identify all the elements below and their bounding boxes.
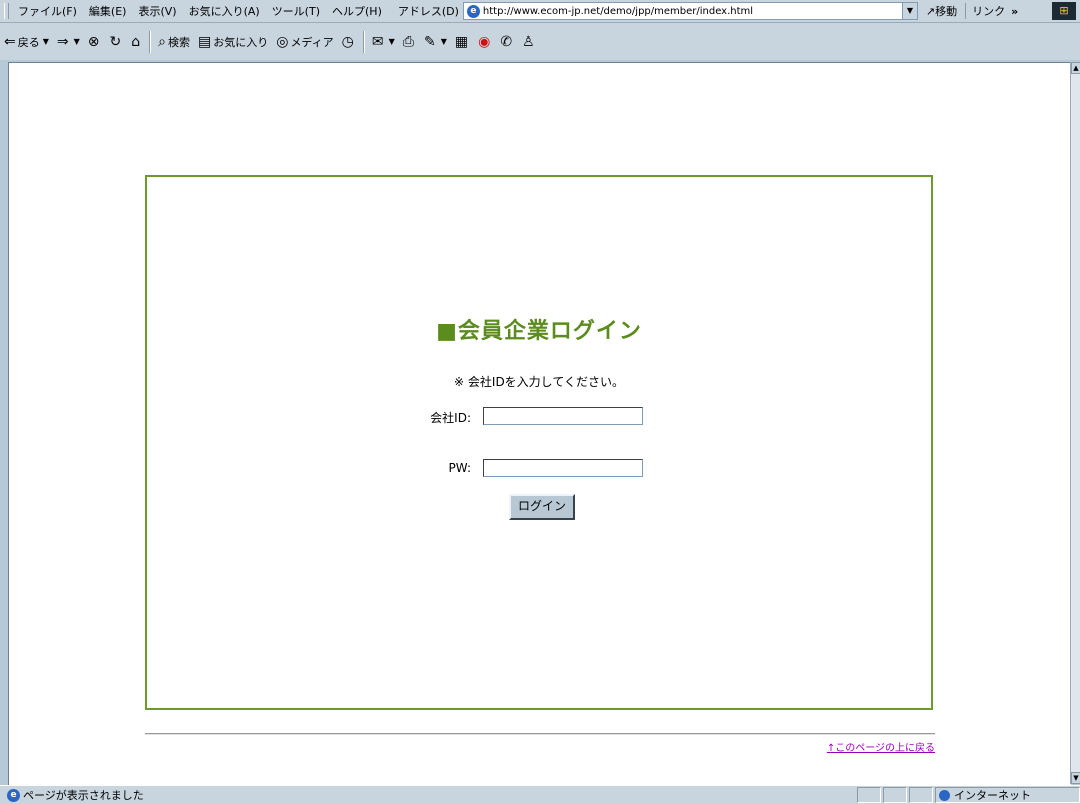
globe-icon <box>939 789 950 801</box>
stop-icon: ⊗ <box>87 33 100 50</box>
menu-view[interactable]: 表示(V) <box>132 3 182 19</box>
discuss-icon: ▦ <box>454 33 469 50</box>
status-message-area: e ページが表示されました <box>0 787 857 803</box>
page-icon: e <box>466 4 480 18</box>
user-icon: ♙ <box>522 33 535 50</box>
scroll-up-icon[interactable]: ▲ <box>1071 62 1080 74</box>
media-icon: ◎ <box>276 33 289 50</box>
links-overflow-icon[interactable]: » <box>1011 5 1018 18</box>
back-to-top-link[interactable]: ↑このページの上に戻る <box>809 739 935 754</box>
go-arrow-icon: ↗ <box>925 5 936 18</box>
toolbar-separator <box>149 30 152 53</box>
addon-button[interactable]: ◉ <box>474 34 496 50</box>
discuss-button[interactable]: ▦ <box>451 34 474 50</box>
back-arrow-icon: ⇐ <box>4 33 16 50</box>
edit-button[interactable]: ✎ ▼ <box>420 34 451 50</box>
media-label: メディア <box>290 35 334 49</box>
menu-bar: ファイル(F) 編集(E) 表示(V) お気に入り(A) ツール(T) ヘルプ(… <box>0 0 1080 23</box>
search-label: 検索 <box>167 35 190 49</box>
status-panel <box>909 787 933 803</box>
status-panel <box>883 787 907 803</box>
menu-help[interactable]: ヘルプ(H) <box>326 3 388 19</box>
login-instruction: ※ 会社IDを入力してください。 <box>454 375 624 389</box>
mail-dropdown-icon[interactable]: ▼ <box>389 37 395 46</box>
user-button[interactable]: ♙ <box>518 34 541 50</box>
search-button[interactable]: ⌕ 検索 <box>154 34 194 50</box>
print-button[interactable]: ⎙ <box>399 34 420 50</box>
forward-button[interactable]: ⇒ ▼ <box>53 34 84 50</box>
print-icon: ⎙ <box>402 33 414 50</box>
forward-arrow-icon: ⇒ <box>56 33 69 50</box>
home-button[interactable]: ⌂ <box>127 34 146 50</box>
history-button[interactable]: ◷ <box>338 34 360 50</box>
stop-button[interactable]: ⊗ <box>84 34 106 50</box>
scroll-down-icon[interactable]: ▼ <box>1071 772 1080 784</box>
status-message: ページが表示されました <box>23 789 144 802</box>
login-title: ■会員企業ログイン <box>436 319 642 344</box>
search-icon: ⌕ <box>158 33 166 50</box>
password-label: PW: <box>448 461 471 475</box>
status-panel <box>857 787 881 803</box>
history-icon: ◷ <box>341 33 354 50</box>
status-bar: e ページが表示されました インターネット <box>0 785 1080 804</box>
mail-button[interactable]: ✉ ▼ <box>368 34 399 50</box>
menubar-grip[interactable] <box>4 3 9 19</box>
media-button[interactable]: ◎ メディア <box>272 34 337 50</box>
links-button[interactable]: リンク <box>965 3 1005 19</box>
zone-label: インターネット <box>954 789 1031 802</box>
messenger-button[interactable]: ✆ <box>496 34 518 50</box>
menu-tools[interactable]: ツール(T) <box>266 3 326 19</box>
back-button[interactable]: ⇐ 戻る ▼ <box>0 34 53 50</box>
messenger-icon: ✆ <box>500 33 513 50</box>
vertical-scrollbar[interactable]: ▲ ▼ <box>1070 62 1080 784</box>
edit-dropdown-icon[interactable]: ▼ <box>441 37 447 46</box>
mail-icon: ✉ <box>371 33 384 50</box>
refresh-button[interactable]: ↻ <box>106 34 128 50</box>
windows-logo-icon: ⊞ <box>1052 2 1076 20</box>
addon-icon: ◉ <box>478 33 491 50</box>
login-button[interactable]: ログイン <box>509 494 575 520</box>
toolbar-separator <box>362 30 365 53</box>
address-dropdown-icon[interactable]: ▼ <box>902 2 918 20</box>
security-zone: インターネット <box>935 787 1080 803</box>
back-dropdown-icon[interactable]: ▼ <box>43 37 49 46</box>
favorites-icon: ▤ <box>197 33 212 50</box>
edit-icon: ✎ <box>423 33 436 50</box>
page-viewport: ■会員企業ログイン ※ 会社IDを入力してください。 会社ID: PW: ログイ… <box>8 62 1071 785</box>
forward-dropdown-icon[interactable]: ▼ <box>74 37 80 46</box>
address-value[interactable]: http://www.ecom-jp.net/demo/jpp/member/i… <box>483 6 753 17</box>
address-bar: アドレス(D) e http://www.ecom-jp.net/demo/jp… <box>394 2 918 20</box>
menu-file[interactable]: ファイル(F) <box>12 3 83 19</box>
company-id-input[interactable] <box>483 407 643 425</box>
go-label: 移動 <box>935 5 958 18</box>
login-panel: ■会員企業ログイン ※ 会社IDを入力してください。 会社ID: PW: ログイ… <box>145 175 933 710</box>
page-status-icon: e <box>7 788 20 802</box>
address-label: アドレス(D) <box>397 5 459 18</box>
favorites-label: お気に入り <box>213 35 269 49</box>
refresh-icon: ↻ <box>109 33 122 50</box>
favorites-button[interactable]: ▤ お気に入り <box>194 34 272 50</box>
back-label: 戻る <box>17 35 40 49</box>
home-icon: ⌂ <box>131 33 141 50</box>
password-input[interactable] <box>483 459 643 477</box>
menu-favorites[interactable]: お気に入り(A) <box>183 3 266 19</box>
standard-toolbar: ⇐ 戻る ▼ ⇒ ▼ ⊗ ↻ ⌂ ⌕ 検索 ▤ お気に入り ◎ メディア ◷ ✉… <box>0 23 1080 60</box>
company-id-label: 会社ID: <box>430 411 471 425</box>
address-field[interactable]: e http://www.ecom-jp.net/demo/jpp/member… <box>462 2 903 20</box>
footer-divider <box>145 733 935 735</box>
menu-edit[interactable]: 編集(E) <box>83 3 133 19</box>
go-button[interactable]: ↗移動 <box>926 3 957 19</box>
